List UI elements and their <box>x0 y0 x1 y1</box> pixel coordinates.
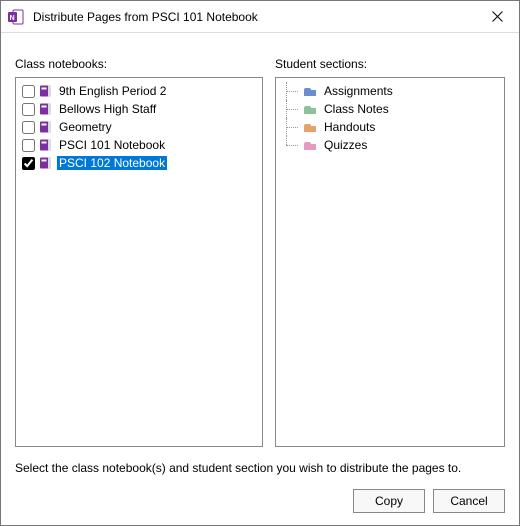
section-tab-icon <box>302 104 318 114</box>
student-section-label: Quizzes <box>322 138 369 152</box>
class-notebook-checkbox[interactable] <box>22 121 35 134</box>
dialog-window: N Distribute Pages from PSCI 101 Noteboo… <box>0 0 520 526</box>
close-icon <box>492 11 503 22</box>
class-notebook-item[interactable]: PSCI 102 Notebook <box>20 154 258 172</box>
class-notebook-label: PSCI 101 Notebook <box>57 138 167 152</box>
instruction-text: Select the class notebook(s) and student… <box>15 461 505 475</box>
class-notebook-checkbox[interactable] <box>22 103 35 116</box>
section-tab-icon <box>302 86 318 96</box>
dialog-content: Class notebooks: 9th English Period 2 Bel… <box>1 33 519 525</box>
copy-button[interactable]: Copy <box>353 489 425 513</box>
student-sections-list[interactable]: Assignments Class Notes Handouts Quizzes <box>275 77 505 447</box>
student-section-item[interactable]: Assignments <box>280 82 500 100</box>
cancel-button[interactable]: Cancel <box>433 489 505 513</box>
class-notebooks-pane: Class notebooks: 9th English Period 2 Bel… <box>15 43 263 447</box>
student-section-label: Class Notes <box>322 102 391 116</box>
class-notebook-label: Geometry <box>57 120 114 134</box>
button-row: Copy Cancel <box>15 489 505 513</box>
notebook-icon <box>39 103 53 115</box>
class-notebook-item[interactable]: Bellows High Staff <box>20 100 258 118</box>
student-sections-pane: Student sections: Assignments Class Notes… <box>275 43 505 447</box>
notebook-icon <box>39 139 53 151</box>
student-section-label: Handouts <box>322 120 377 134</box>
notebook-icon <box>39 85 53 97</box>
class-notebook-item[interactable]: Geometry <box>20 118 258 136</box>
class-notebook-checkbox[interactable] <box>22 139 35 152</box>
class-notebooks-label: Class notebooks: <box>15 57 263 71</box>
tree-branch-icon <box>280 100 302 118</box>
notebook-icon <box>39 157 53 169</box>
notebook-icon <box>39 121 53 133</box>
student-section-item[interactable]: Handouts <box>280 118 500 136</box>
student-sections-label: Student sections: <box>275 57 505 71</box>
class-notebook-label: PSCI 102 Notebook <box>57 156 167 170</box>
dialog-title: Distribute Pages from PSCI 101 Notebook <box>33 10 475 24</box>
panes: Class notebooks: 9th English Period 2 Bel… <box>15 43 505 447</box>
class-notebook-item[interactable]: 9th English Period 2 <box>20 82 258 100</box>
section-tab-icon <box>302 122 318 132</box>
svg-text:N: N <box>10 14 15 21</box>
onenote-app-icon: N <box>7 8 25 26</box>
titlebar: N Distribute Pages from PSCI 101 Noteboo… <box>1 1 519 33</box>
class-notebook-label: Bellows High Staff <box>57 102 158 116</box>
class-notebook-item[interactable]: PSCI 101 Notebook <box>20 136 258 154</box>
student-section-label: Assignments <box>322 84 395 98</box>
tree-branch-icon <box>280 118 302 136</box>
close-button[interactable] <box>475 1 519 32</box>
class-notebook-checkbox[interactable] <box>22 85 35 98</box>
student-section-item[interactable]: Quizzes <box>280 136 500 154</box>
tree-branch-icon <box>280 82 302 100</box>
tree-branch-icon <box>280 136 302 154</box>
student-section-item[interactable]: Class Notes <box>280 100 500 118</box>
class-notebook-checkbox[interactable] <box>22 157 35 170</box>
class-notebooks-list[interactable]: 9th English Period 2 Bellows High Staff Ge… <box>15 77 263 447</box>
class-notebook-label: 9th English Period 2 <box>57 84 168 98</box>
section-tab-icon <box>302 140 318 150</box>
